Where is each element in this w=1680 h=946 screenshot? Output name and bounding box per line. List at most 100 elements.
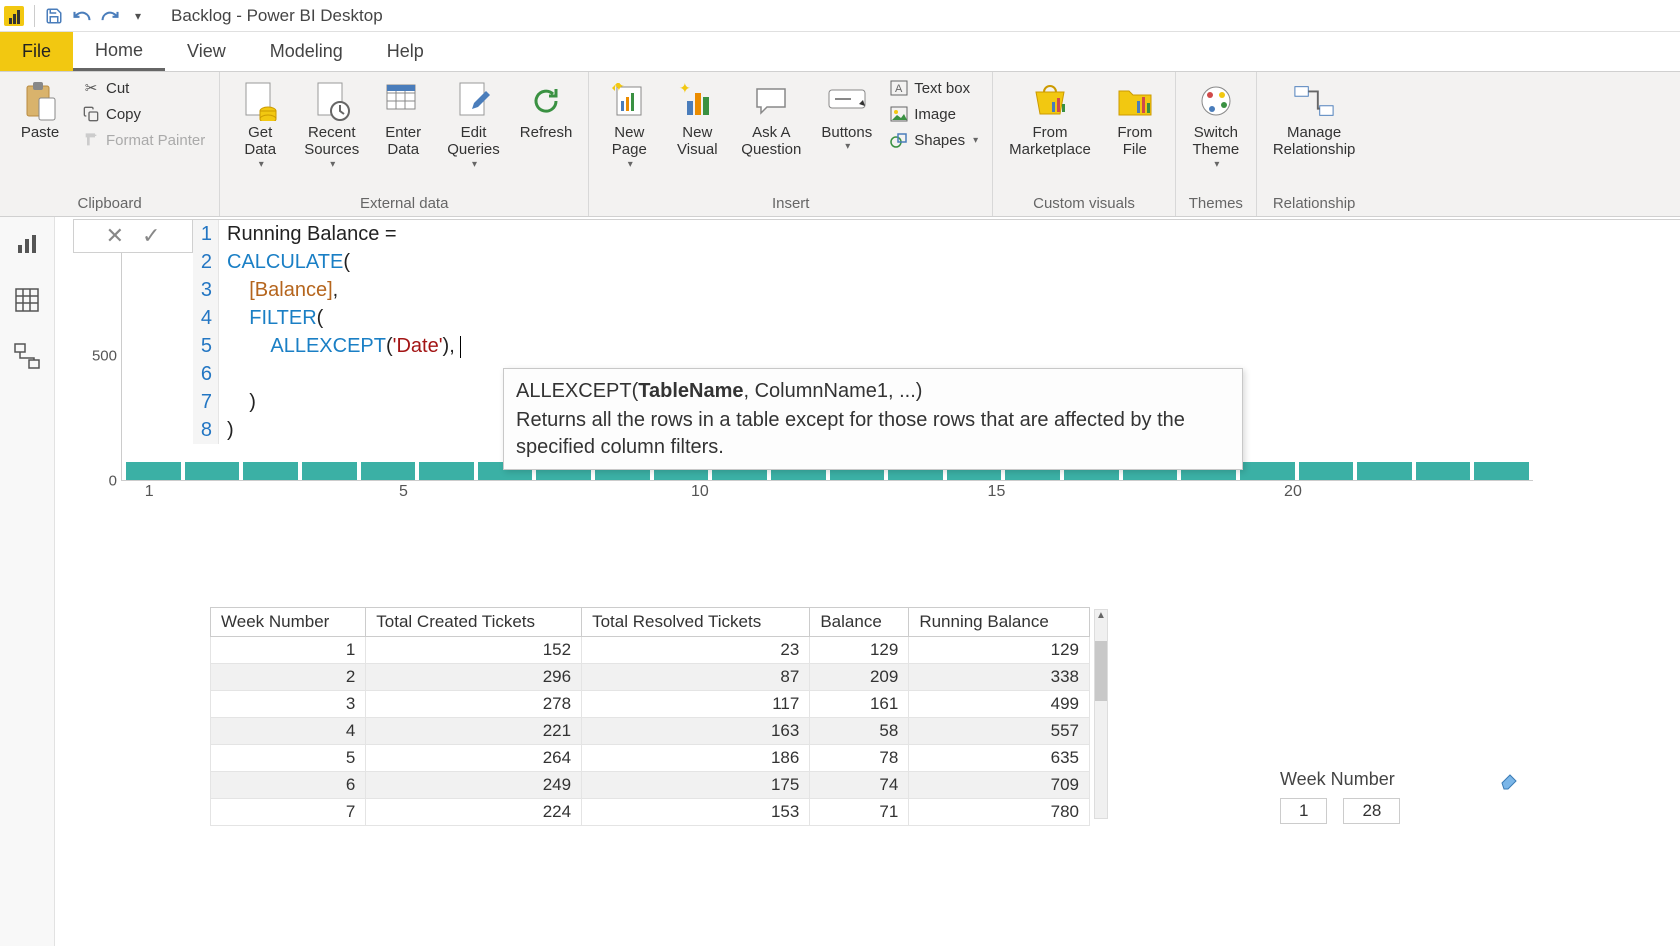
from-file-label: From File [1117,124,1152,159]
report-canvas[interactable]: 1000 500 0 1 5 10 15 20 ✕ ✓ 1Running Bal… [55,217,1680,946]
shapes-label: Shapes [914,132,965,149]
tab-view[interactable]: View [165,32,248,71]
tab-file[interactable]: File [0,32,73,71]
scroll-up-icon[interactable]: ▲ [1095,610,1107,621]
table-cell: 249 [366,772,582,799]
refresh-button[interactable]: Refresh [514,76,579,145]
redo-icon[interactable] [99,5,121,27]
paste-button[interactable]: Paste [10,76,70,145]
table-header[interactable]: Total Resolved Tickets [582,608,810,637]
table-cell: 2 [211,664,366,691]
enter-data-button[interactable]: Enter Data [373,76,433,163]
copy-label: Copy [106,106,141,123]
svg-text:✦: ✦ [679,83,691,96]
table-row[interactable]: 229687209338 [211,664,1090,691]
table-row[interactable]: 526418678635 [211,745,1090,772]
tab-home[interactable]: Home [73,32,165,71]
ribbon-group-custom-visuals: From Marketplace From File Custom visual… [993,72,1176,216]
manage-relationships-icon [1293,80,1335,122]
chart-bar [1240,462,1295,480]
report-view-icon[interactable] [12,229,42,259]
from-marketplace-button[interactable]: From Marketplace [1003,76,1097,163]
left-nav [0,217,55,946]
quick-access-toolbar: ▾ [34,5,157,27]
intellisense-tooltip: ALLEXCEPT(TableName, ColumnName1, ...) R… [503,368,1243,470]
textbox-button[interactable]: A Text box [886,76,982,100]
table-row[interactable]: 3278117161499 [211,691,1090,718]
enter-data-label: Enter Data [385,124,421,159]
new-visual-button[interactable]: ✦ New Visual [667,76,727,163]
buttons-button[interactable]: Buttons [815,76,878,156]
new-page-button[interactable]: ✦ New Page [599,76,659,174]
table-cell: 153 [582,799,810,826]
x-tick-20: 20 [1284,483,1302,501]
get-data-button[interactable]: Get Data [230,76,290,174]
cut-icon: ✂ [82,79,100,97]
from-file-button[interactable]: From File [1105,76,1165,163]
shapes-icon [890,131,908,149]
manage-relationships-label: Manage Relationship [1273,124,1356,159]
table-cell: 74 [810,772,909,799]
table-cell: 780 [909,799,1090,826]
tab-help[interactable]: Help [365,32,446,71]
table-header[interactable]: Running Balance [909,608,1090,637]
table-cell: 5 [211,745,366,772]
week-number-slicer[interactable]: Week Number 1 28 [1280,769,1490,824]
table-cell: 709 [909,772,1090,799]
themes-group-label: Themes [1186,193,1246,216]
ribbon-group-external-data: Get Data Recent Sources Enter Data Edit … [220,72,589,216]
new-page-label: New Page [612,124,647,159]
manage-relationships-button[interactable]: Manage Relationship [1267,76,1362,163]
slicer-eraser-icon[interactable] [1498,769,1520,791]
qat-dropdown-icon[interactable]: ▾ [127,5,149,27]
table-row[interactable]: 115223129129 [211,637,1090,664]
table-cell: 163 [582,718,810,745]
table-scrollbar[interactable]: ▲ [1094,609,1108,819]
data-view-icon[interactable] [12,285,42,315]
ask-question-button[interactable]: Ask A Question [735,76,807,163]
save-icon[interactable] [43,5,65,27]
recent-sources-button[interactable]: Recent Sources [298,76,365,174]
copy-icon [82,105,100,123]
undo-icon[interactable] [71,5,93,27]
text-cursor [460,336,461,358]
switch-theme-button[interactable]: Switch Theme [1186,76,1246,174]
format-painter-button[interactable]: Format Painter [78,128,209,152]
table-cell: 278 [366,691,582,718]
table-cell: 129 [909,637,1090,664]
table-row[interactable]: 722415371780 [211,799,1090,826]
table-cell: 129 [810,637,909,664]
image-button[interactable]: Image [886,102,982,126]
cut-label: Cut [106,80,129,97]
table-header[interactable]: Week Number [211,608,366,637]
table-row[interactable]: 624917574709 [211,772,1090,799]
shapes-button[interactable]: Shapes [886,128,982,152]
new-visual-label: New Visual [677,124,718,159]
slicer-to-value[interactable]: 28 [1343,798,1400,824]
insert-group-label: Insert [599,193,982,216]
external-data-group-label: External data [230,193,578,216]
table-visual[interactable]: Week NumberTotal Created TicketsTotal Re… [210,607,1090,826]
slicer-title: Week Number [1280,769,1490,790]
table-cell: 87 [582,664,810,691]
table-header[interactable]: Balance [810,608,909,637]
edit-queries-button[interactable]: Edit Queries [441,76,506,174]
slicer-from-value[interactable]: 1 [1280,798,1327,824]
model-view-icon[interactable] [12,341,42,371]
image-label: Image [914,106,956,123]
table-header[interactable]: Total Created Tickets [366,608,582,637]
scroll-thumb[interactable] [1095,641,1107,701]
tab-modeling[interactable]: Modeling [248,32,365,71]
switch-theme-label: Switch Theme [1192,124,1239,159]
cut-button[interactable]: ✂ Cut [78,76,209,100]
table-row[interactable]: 422116358557 [211,718,1090,745]
cancel-formula-icon[interactable]: ✕ [106,223,124,249]
x-tick-5: 5 [399,483,408,501]
table-cell: 221 [366,718,582,745]
refresh-icon [525,80,567,122]
from-marketplace-label: From Marketplace [1009,124,1091,159]
copy-button[interactable]: Copy [78,102,209,126]
commit-formula-icon[interactable]: ✓ [142,223,160,249]
table-cell: 4 [211,718,366,745]
dax-editor[interactable]: 1Running Balance = 2CALCULATE( 3 [Balanc… [193,219,1680,444]
